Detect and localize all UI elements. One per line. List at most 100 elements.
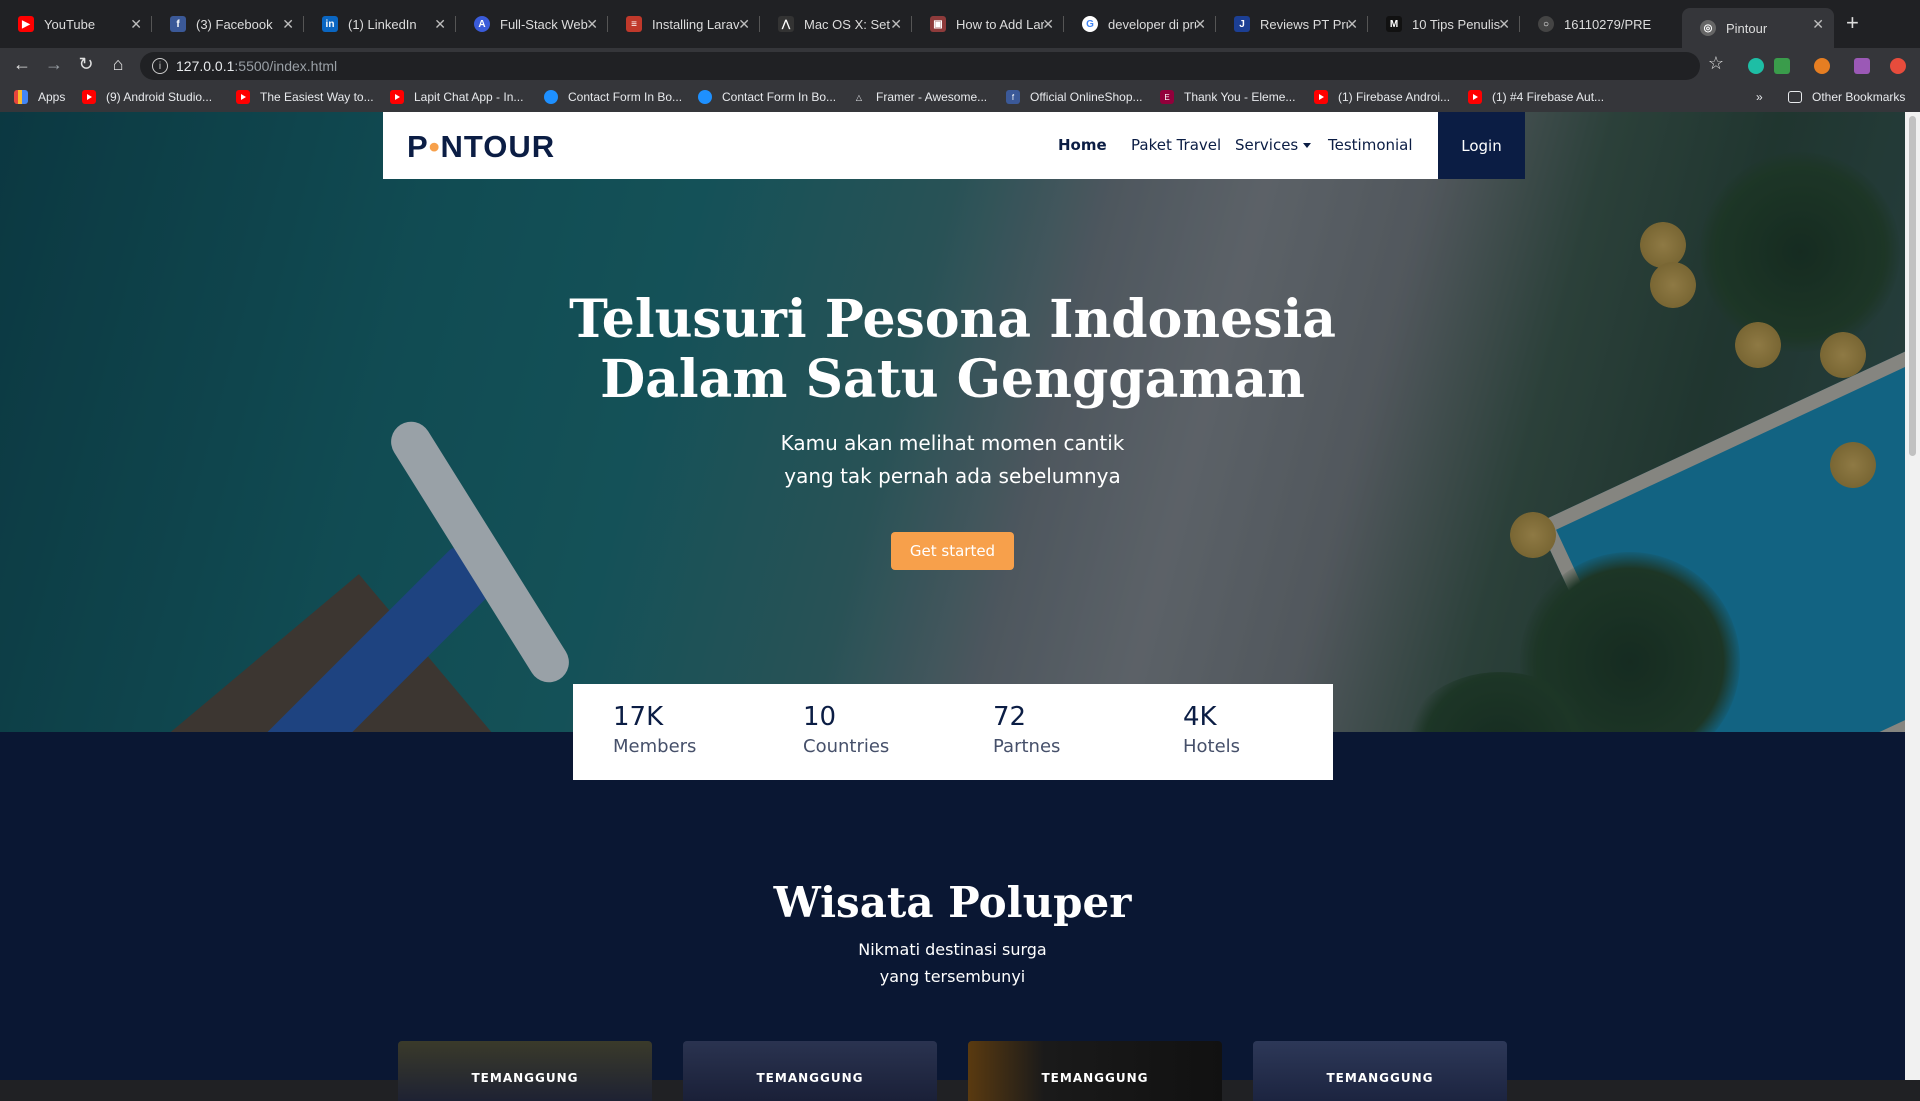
hero-overlay xyxy=(0,112,1905,732)
browser-toolbar: ← → ↻ ⌂ i 127.0.0.1:5500/index.html ☆ xyxy=(0,48,1920,84)
reload-icon[interactable]: ↻ xyxy=(74,54,98,75)
popular-section-subtitle: Nikmati destinasi surga yang tersembunyi xyxy=(858,940,1047,986)
bookmark-item[interactable]: △ Framer - Awesome... xyxy=(852,90,987,104)
bookmark-item[interactable]: (9) Android Studio... xyxy=(82,90,212,104)
tab-google[interactable]: G developer di pru ✕ xyxy=(1064,8,1216,40)
close-tab-icon[interactable]: ✕ xyxy=(130,16,142,33)
bookmark-star-icon[interactable]: ☆ xyxy=(1704,53,1728,74)
close-tab-icon[interactable]: ✕ xyxy=(1042,16,1054,33)
bookmark-item[interactable]: f Official OnlineShop... xyxy=(1006,90,1143,104)
destination-card[interactable]: TEMANGGUNG xyxy=(1253,1041,1507,1101)
tab-title: YouTube xyxy=(44,16,96,32)
bookmark-item[interactable]: (1) Firebase Androi... xyxy=(1314,90,1450,104)
close-tab-icon[interactable]: ✕ xyxy=(1194,16,1206,33)
tab-facebook[interactable]: f (3) Facebook ✕ xyxy=(152,8,304,40)
apps-grid-icon xyxy=(14,90,28,104)
globe-icon: ◎ xyxy=(1700,20,1716,36)
back-arrow-icon[interactable]: ← xyxy=(10,54,34,75)
tab-medium[interactable]: M 10 Tips Penulisa ✕ xyxy=(1368,8,1520,40)
address-bar[interactable]: i 127.0.0.1:5500/index.html xyxy=(140,52,1700,80)
other-bookmarks[interactable]: Other Bookmarks xyxy=(1788,90,1905,104)
facebook-icon: f xyxy=(170,16,186,32)
tab-article[interactable]: ▣ How to Add Lar ✕ xyxy=(912,8,1064,40)
bookmarks-overflow-chevron[interactable]: » xyxy=(1756,90,1763,104)
nav-services[interactable]: Services xyxy=(1235,136,1312,154)
tab-youtube[interactable]: ▶ YouTube ✕ xyxy=(0,8,152,40)
stat-value: 4K xyxy=(1183,702,1217,732)
tab-macos[interactable]: ⋀ Mac OS X: Set / ✕ xyxy=(760,8,912,40)
tab-title: (1) LinkedIn xyxy=(348,16,417,32)
destination-card[interactable]: TEMANGGUNG xyxy=(683,1041,937,1101)
bookmark-item[interactable]: Contact Form In Bo... xyxy=(698,90,836,104)
page-viewport: P•NTOUR Home Paket Travel Services Testi… xyxy=(0,112,1905,1080)
profile-avatar[interactable] xyxy=(1890,58,1906,74)
youtube-icon xyxy=(1314,90,1328,104)
forward-arrow-icon[interactable]: → xyxy=(42,54,66,75)
page-scrollbar[interactable] xyxy=(1905,112,1920,1080)
youtube-icon xyxy=(1468,90,1482,104)
home-icon[interactable]: ⌂ xyxy=(106,54,130,75)
stat-label: Hotels xyxy=(1183,736,1241,757)
get-started-button[interactable]: Get started xyxy=(891,532,1014,570)
tab-pintour[interactable]: ◎ Pintour ✕ xyxy=(1682,8,1834,48)
stat-label: Members xyxy=(613,736,697,757)
bookmark-item[interactable]: Lapit Chat App - In... xyxy=(390,90,523,104)
bookmark-item[interactable]: (1) #4 Firebase Aut... xyxy=(1468,90,1604,104)
macos-icon: ⋀ xyxy=(778,16,794,32)
tab-title: How to Add Lar xyxy=(956,16,1044,32)
stat-label: Countries xyxy=(803,736,890,757)
hex-icon xyxy=(698,90,712,104)
stat-members: 17K Members xyxy=(613,702,696,757)
tab-title: developer di pru xyxy=(1108,16,1196,32)
close-tab-icon[interactable]: ✕ xyxy=(282,16,294,33)
extension-off-icon[interactable] xyxy=(1774,58,1790,74)
stat-value: 10 xyxy=(803,702,837,732)
extension-colorpick-icon[interactable] xyxy=(1814,58,1830,74)
close-tab-icon[interactable]: ✕ xyxy=(1346,16,1358,33)
close-tab-icon[interactable]: ✕ xyxy=(586,16,598,33)
folder-icon xyxy=(1788,91,1802,103)
close-tab-icon[interactable]: ✕ xyxy=(738,16,750,33)
triangle-icon: △ xyxy=(855,92,863,102)
tab-jobstreet[interactable]: J Reviews PT Pru ✕ xyxy=(1216,8,1368,40)
new-tab-button[interactable]: + xyxy=(1846,10,1859,36)
nav-home[interactable]: Home xyxy=(1058,136,1107,154)
linkedin-icon: in xyxy=(322,16,338,32)
bookmark-item[interactable]: The Easiest Way to... xyxy=(236,90,374,104)
nav-paket-travel[interactable]: Paket Travel xyxy=(1131,136,1221,154)
login-button[interactable]: Login xyxy=(1438,112,1525,179)
tab-title: 10 Tips Penulisa xyxy=(1412,16,1500,32)
elementor-icon: E xyxy=(1160,90,1174,104)
site-info-icon[interactable]: i xyxy=(152,58,168,74)
tab-title: Mac OS X: Set / xyxy=(804,16,892,32)
close-tab-icon[interactable]: ✕ xyxy=(1498,16,1510,33)
close-tab-icon[interactable]: ✕ xyxy=(1812,16,1824,33)
tab-github[interactable]: ○ 16110279/PRES xyxy=(1520,8,1682,40)
popular-section-title: Wisata Poluper xyxy=(773,878,1132,927)
close-tab-icon[interactable]: ✕ xyxy=(434,16,446,33)
tab-laravel[interactable]: ≡ Installing Larave ✕ xyxy=(608,8,760,40)
bookmarks-bar: Apps (9) Android Studio... The Easiest W… xyxy=(0,84,1920,113)
jobstreet-icon: J xyxy=(1234,16,1250,32)
destination-card[interactable]: TEMANGGUNG xyxy=(968,1041,1222,1101)
bookmark-apps[interactable]: Apps xyxy=(14,90,65,104)
tab-title: 16110279/PRES xyxy=(1564,16,1652,32)
youtube-icon xyxy=(236,90,250,104)
extension-puzzle-icon[interactable] xyxy=(1854,58,1870,74)
nav-testimonial[interactable]: Testimonial xyxy=(1328,136,1413,154)
scrollbar-thumb[interactable] xyxy=(1909,116,1916,456)
destination-card[interactable]: TEMANGGUNG xyxy=(398,1041,652,1101)
bookmark-item[interactable]: E Thank You - Eleme... xyxy=(1160,90,1295,104)
bookmark-item[interactable]: Contact Form In Bo... xyxy=(544,90,682,104)
close-tab-icon[interactable]: ✕ xyxy=(890,16,902,33)
extension-m-icon[interactable] xyxy=(1748,58,1764,74)
stat-countries: 10 Countries xyxy=(803,702,889,757)
card-label: TEMANGGUNG xyxy=(1326,1071,1434,1085)
url-text: 127.0.0.1:5500/index.html xyxy=(176,58,338,74)
chevron-down-icon xyxy=(1303,143,1312,148)
tab-fullstack[interactable]: A Full-Stack Web D ✕ xyxy=(456,8,608,40)
facebook-icon: f xyxy=(1006,90,1020,104)
tab-linkedin[interactable]: in (1) LinkedIn ✕ xyxy=(304,8,456,40)
card-label: TEMANGGUNG xyxy=(756,1071,864,1085)
site-logo[interactable]: P•NTOUR xyxy=(407,129,555,165)
